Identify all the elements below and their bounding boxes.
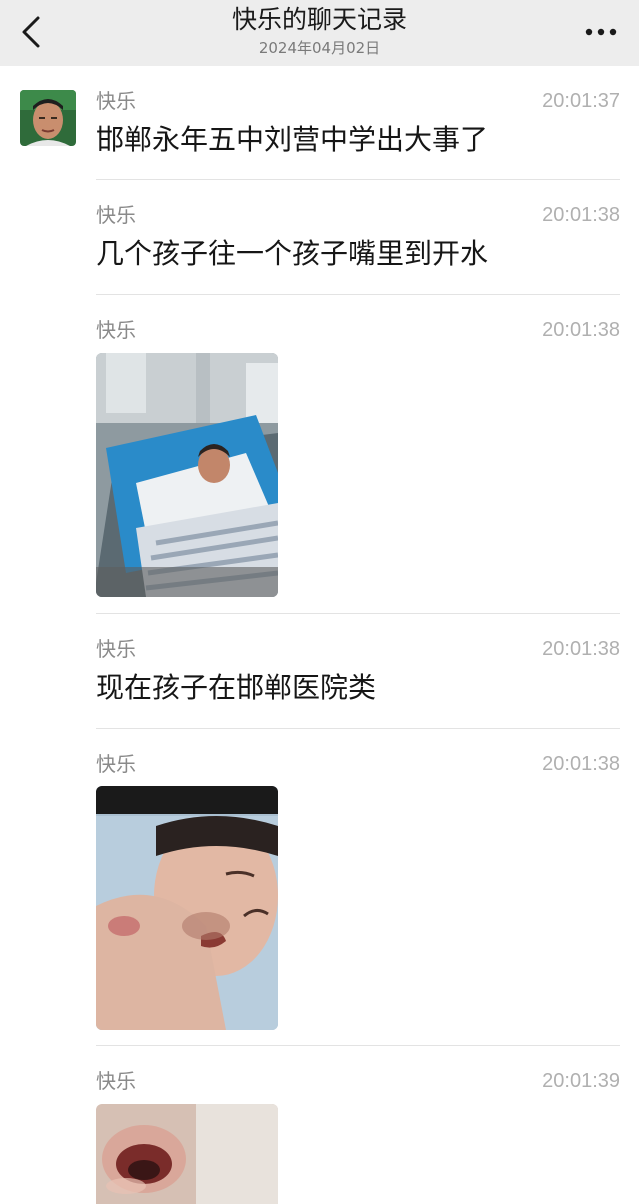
message-divider (96, 728, 620, 729)
chat-message: 快乐 20:01:38 现在孩子在邯郸医院类 (96, 636, 620, 716)
chat-message: 快乐 20:01:39 (96, 1068, 620, 1204)
page-title: 快乐的聊天记录 (231, 5, 407, 34)
sender-avatar[interactable] (20, 90, 76, 146)
sender-name: 快乐 (96, 89, 136, 113)
message-time: 20:01:38 (542, 753, 620, 775)
chat-message: 快乐 20:01:38 (96, 751, 620, 1033)
chat-message: 快乐 20:01:37 邯郸永年五中刘营中学出大事了 (96, 88, 620, 168)
sender-name: 快乐 (96, 1069, 136, 1093)
message-divider (96, 294, 620, 295)
photo-hospital-bed[interactable] (96, 353, 278, 597)
chat-message: 快乐 20:01:38 几个孩子往一个孩子嘴里到开水 (96, 202, 620, 282)
message-divider (96, 1045, 620, 1046)
message-text: 几个孩子往一个孩子嘴里到开水 (96, 237, 489, 270)
sender-name: 快乐 (96, 752, 136, 776)
message-text: 邯郸永年五中刘营中学出大事了 (96, 123, 489, 156)
sender-name: 快乐 (96, 637, 136, 661)
message-time: 20:01:37 (542, 90, 620, 112)
message-time: 20:01:38 (542, 319, 620, 341)
message-divider (96, 613, 620, 614)
more-button[interactable] (581, 18, 621, 46)
history-date: 2024年04月02日 (258, 39, 381, 57)
sender-name: 快乐 (96, 318, 136, 342)
photo-mouth-injury[interactable] (96, 1104, 278, 1204)
message-divider (96, 179, 620, 180)
message-time: 20:01:38 (542, 638, 620, 660)
chat-message: 快乐 20:01:38 (96, 317, 620, 599)
photo-child-burn-face[interactable] (96, 786, 278, 1030)
message-time: 20:01:38 (542, 204, 620, 226)
more-dots-icon (585, 28, 617, 36)
message-time: 20:01:39 (542, 1070, 620, 1092)
chat-history-header: 快乐的聊天记录 2024年04月02日 (0, 0, 639, 66)
sender-name: 快乐 (96, 203, 136, 227)
message-text: 现在孩子在邯郸医院类 (96, 671, 377, 704)
